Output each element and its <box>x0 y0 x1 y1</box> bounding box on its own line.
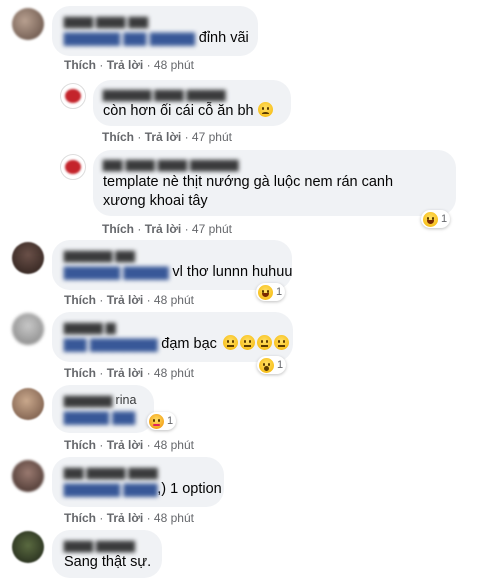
reply-button[interactable]: Trả lời <box>107 58 144 72</box>
comment-bubble: ▆▆ ▆▆▆▆ ▆▆▆ ▆▆▆▆▆ ▆▆▆,) 1 option <box>52 457 224 507</box>
reply-button[interactable]: Trả lời <box>107 438 144 452</box>
comment-actions: Thích · Trả lời · 47 phút <box>102 222 232 236</box>
avatar[interactable] <box>60 154 86 180</box>
timestamp[interactable]: 48 phút <box>154 438 194 452</box>
reaction-summary[interactable]: 1 <box>257 356 287 374</box>
commenter-name[interactable]: ▆▆ ▆▆▆▆ ▆▆▆ <box>64 465 212 480</box>
avatar[interactable] <box>12 313 44 345</box>
tagged-user[interactable]: ▆▆▆▆▆ ▆▆▆ <box>64 481 157 497</box>
avatar[interactable] <box>12 8 44 40</box>
avatar[interactable] <box>12 388 44 420</box>
neutral-emoji-icon <box>222 335 238 350</box>
commenter-name[interactable]: ▆▆▆▆▆ ▆▆ <box>64 248 280 263</box>
tagged-user[interactable]: ▆▆▆▆ ▆▆ <box>64 409 135 425</box>
comment-text-line2: xương khoai tây <box>103 193 208 209</box>
comment-bubble: ▆▆▆ ▆▆▆ ▆▆ ▆▆▆▆▆ ▆▆ ▆▆▆▆ đỉnh vãi <box>52 6 258 56</box>
reaction-summary[interactable]: 1 <box>147 412 177 430</box>
like-button[interactable]: Thích <box>64 58 96 72</box>
reaction-count: 1 <box>277 359 284 371</box>
commenter-name[interactable]: ▆▆ ▆▆▆ ▆▆▆ ▆▆▆▆▆ <box>103 157 446 172</box>
comment-actions: Thích · Trả lời · 48 phút <box>64 293 194 307</box>
reply-button[interactable]: Trả lời <box>107 293 144 307</box>
timestamp[interactable]: 48 phút <box>154 366 194 380</box>
haha-reaction-icon <box>258 284 273 300</box>
comment-text-line1: template nè thịt nướng gà luộc nem rán c… <box>103 174 394 190</box>
timestamp[interactable]: 48 phút <box>154 58 194 72</box>
comment-text: ▆▆ ▆▆▆▆▆▆ đạm bạc <box>64 335 289 354</box>
comment-bubble: ▆▆▆ ▆▆▆▆ Sang thật sự. <box>52 530 162 578</box>
like-button[interactable]: Thích <box>64 438 96 452</box>
emoji-group <box>222 335 289 350</box>
comment-text: ▆▆▆▆▆ ▆▆▆▆ vl thơ lunnn huhuu <box>64 264 293 280</box>
comment-actions: Thích · Trả lời · 47 phút <box>102 130 232 144</box>
comment-actions: Thích · Trả lời · 48 phút <box>64 511 194 525</box>
avatar[interactable] <box>12 460 44 492</box>
timestamp[interactable]: 47 phút <box>192 222 232 236</box>
commenter-name[interactable]: ▆▆▆ ▆▆▆ ▆▆ <box>64 14 246 29</box>
neutral-emoji-icon <box>256 335 272 350</box>
comment-bubble: ▆▆▆▆ ▆ ▆▆ ▆▆▆▆▆▆ đạm bạc <box>52 312 293 362</box>
tagged-user[interactable]: ▆▆▆▆▆ ▆▆▆▆ <box>64 264 168 280</box>
wow-reaction-icon <box>259 357 274 373</box>
like-button[interactable]: Thích <box>64 366 96 380</box>
care-reaction-icon <box>149 413 164 429</box>
comment-bubble: ▆▆ ▆▆▆ ▆▆▆ ▆▆▆▆▆ template nè thịt nướng … <box>93 150 456 216</box>
timestamp[interactable]: 48 phút <box>154 511 194 525</box>
timestamp[interactable]: 48 phút <box>154 293 194 307</box>
like-button[interactable]: Thích <box>64 293 96 307</box>
comment-text: ▆▆▆▆▆ ▆▆ ▆▆▆▆ đỉnh vãi <box>64 30 249 46</box>
comment-actions: Thích · Trả lời · 48 phút <box>64 58 194 72</box>
reaction-count: 1 <box>167 415 174 427</box>
tagged-user[interactable]: ▆▆▆▆▆ ▆▆ ▆▆▆▆ <box>64 30 195 46</box>
reply-button[interactable]: Trả lời <box>145 222 182 236</box>
comment-actions: Thích · Trả lời · 48 phút <box>64 366 194 380</box>
reply-button[interactable]: Trả lời <box>145 130 182 144</box>
commenter-name[interactable]: ▆▆▆▆▆ ▆▆▆ ▆▆▆▆ <box>103 87 281 102</box>
commenter-name[interactable]: ▆▆▆ ▆▆▆▆ <box>64 538 150 553</box>
comment-bubble: ▆▆▆▆▆ rina ▆▆▆▆ ▆▆ <box>52 385 154 433</box>
neutral-emoji-icon <box>273 335 289 350</box>
haha-reaction-icon <box>423 211 438 227</box>
like-button[interactable]: Thích <box>64 511 96 525</box>
tagged-user[interactable]: ▆▆ ▆▆▆▆▆▆ <box>64 336 157 352</box>
sad-emoji-icon <box>257 102 273 117</box>
comment-actions: Thích · Trả lời · 48 phút <box>64 438 194 452</box>
comment-text: ▆▆▆▆▆ ▆▆▆,) 1 option <box>64 481 222 497</box>
reply-button[interactable]: Trả lời <box>107 366 144 380</box>
reaction-summary[interactable]: 1 <box>421 210 451 228</box>
comment-bubble: ▆▆▆▆▆ ▆▆ ▆▆▆▆▆ ▆▆▆▆ vl thơ lunnn huhuu <box>52 240 292 290</box>
comment-text: ▆▆▆▆ ▆▆ <box>64 408 142 427</box>
reaction-summary[interactable]: 1 <box>256 283 286 301</box>
commenter-name[interactable]: ▆▆▆▆▆ rina <box>64 393 142 408</box>
reaction-count: 1 <box>441 213 448 225</box>
avatar[interactable] <box>12 242 44 274</box>
reaction-count: 1 <box>276 286 283 298</box>
timestamp[interactable]: 47 phút <box>192 130 232 144</box>
commenter-name[interactable]: ▆▆▆▆ ▆ <box>64 320 281 335</box>
comment-text: Sang thật sự. <box>64 554 152 570</box>
avatar[interactable] <box>60 83 86 109</box>
reply-button[interactable]: Trả lời <box>107 511 144 525</box>
comment-bubble: ▆▆▆▆▆ ▆▆▆ ▆▆▆▆ còn hơn ối cái cỗ ăn bh <box>93 80 291 126</box>
avatar[interactable] <box>12 531 44 563</box>
comment-text: còn hơn ối cái cỗ ăn bh <box>103 102 281 121</box>
neutral-emoji-icon <box>239 335 255 350</box>
like-button[interactable]: Thích <box>102 130 134 144</box>
like-button[interactable]: Thích <box>102 222 134 236</box>
